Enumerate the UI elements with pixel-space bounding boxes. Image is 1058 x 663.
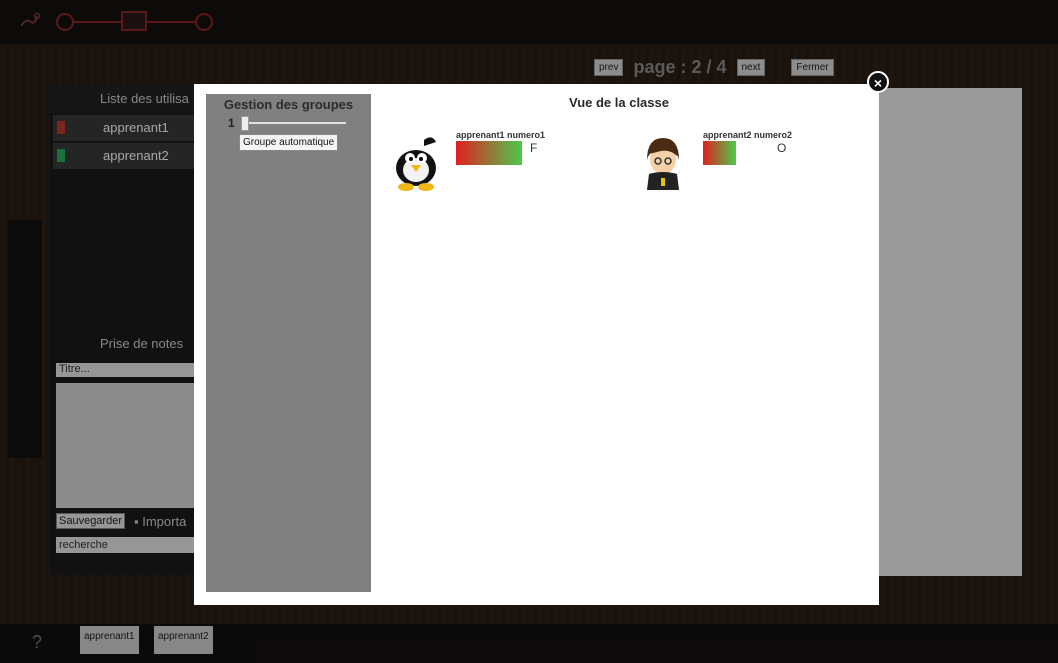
group-management-panel: Gestion des groupes 1 Groupe automatique xyxy=(206,94,371,592)
penguin-avatar xyxy=(396,137,436,191)
student-name: apprenant1 numero1 xyxy=(456,130,546,140)
student-grade: O xyxy=(777,141,787,155)
progress-gauge xyxy=(456,141,522,165)
student-card[interactable]: apprenant1 numero1 F xyxy=(384,130,574,200)
student-name: apprenant2 numero2 xyxy=(703,130,793,140)
close-icon[interactable]: × xyxy=(867,71,889,93)
auto-group-button[interactable]: Groupe automatique xyxy=(239,134,339,151)
groups-title: Gestion des groupes xyxy=(223,97,354,112)
group-count-value: 1 xyxy=(228,116,235,130)
group-count-slider[interactable]: 1 xyxy=(228,116,346,131)
progress-gauge xyxy=(703,141,736,165)
student-card[interactable]: apprenant2 numero2 O xyxy=(631,130,821,200)
slider-track[interactable] xyxy=(240,116,346,131)
class-view-modal: Gestion des groupes 1 Groupe automatique… xyxy=(194,84,879,605)
class-view-title: Vue de la classe xyxy=(569,95,669,110)
slider-handle[interactable] xyxy=(240,116,249,131)
student-grade: F xyxy=(530,141,538,155)
boy-avatar xyxy=(647,138,679,190)
